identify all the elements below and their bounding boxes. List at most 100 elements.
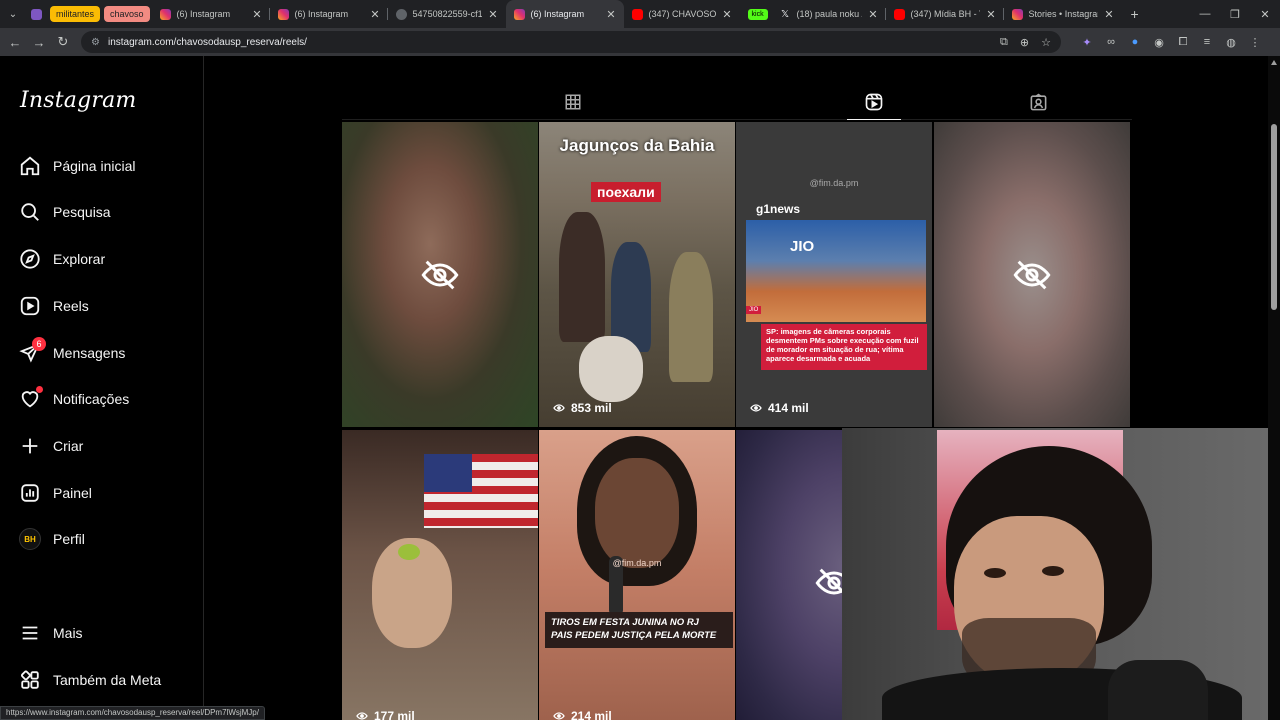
sidebar-item-create[interactable]: Criar xyxy=(18,431,83,461)
scroll-up-icon[interactable] xyxy=(1271,60,1277,65)
extension-icon[interactable]: ◉ xyxy=(1147,36,1171,49)
tab-posts[interactable] xyxy=(561,90,585,114)
sidebar-item-search[interactable]: Pesquisa xyxy=(18,197,111,227)
tab-title: (6) Instagram xyxy=(294,9,349,19)
url-bar[interactable]: ⚙ instagram.com/chavosodausp_reserva/ree… xyxy=(81,31,1061,53)
grid-icon xyxy=(565,94,581,110)
profile-tabs xyxy=(342,56,1132,120)
close-tab-icon[interactable]: ✕ xyxy=(722,8,731,21)
home-icon xyxy=(18,154,42,178)
browser-tab[interactable]: (347) CHAVOSO DA ✕ xyxy=(624,0,740,28)
sidebar-item-more[interactable]: Mais xyxy=(18,618,83,648)
news-brand: g1news xyxy=(756,202,801,216)
bookmark-star-icon[interactable]: ☆ xyxy=(1041,36,1051,49)
browser-tab[interactable]: kick 𝕏 (18) paula noku /( ✕ xyxy=(740,0,886,28)
back-icon[interactable]: ← xyxy=(3,35,27,50)
restore-icon[interactable]: ❐ xyxy=(1220,8,1250,21)
tab-search-button[interactable]: ⌄ xyxy=(0,0,26,28)
browser-tab[interactable]: (347) Mídia BH - Yo ✕ xyxy=(886,0,1004,28)
sidebar-item-dashboard[interactable]: Painel xyxy=(18,478,92,508)
tab-reels[interactable] xyxy=(862,90,886,114)
page-scrollbar[interactable] xyxy=(1268,56,1280,720)
reel-thumbnail-hidden[interactable] xyxy=(934,122,1130,427)
reel-thumbnail[interactable]: 177 mil xyxy=(342,430,538,720)
tab-title: 54750822559-cf1cd xyxy=(412,9,483,19)
reel-watermark: @fim.da.pm xyxy=(612,558,662,568)
tab-group-militantes[interactable]: militantes xyxy=(50,6,101,22)
sidebar-item-label: Reels xyxy=(53,298,89,314)
reading-list-icon[interactable]: ≡ xyxy=(1195,36,1219,49)
kick-group-chip[interactable]: kick xyxy=(747,8,768,20)
close-tab-icon[interactable]: ✕ xyxy=(986,8,995,21)
sidebar-item-explore[interactable]: Explorar xyxy=(18,244,105,274)
instagram-icon xyxy=(277,8,289,20)
sidebar-item-label: Perfil xyxy=(53,531,85,547)
extension-icon[interactable]: ✦ xyxy=(1075,36,1099,49)
news-caption: SP: imagens de câmeras corporais desment… xyxy=(761,324,927,370)
reload-icon[interactable]: ↻ xyxy=(51,34,75,50)
studio-frame: JIO xyxy=(746,220,926,322)
extension-icon[interactable]: ∞ xyxy=(1099,36,1123,49)
close-tab-icon[interactable]: ✕ xyxy=(606,8,615,21)
plus-icon xyxy=(18,434,42,458)
reel-thumbnail[interactable]: Jagunços da Bahia поехали 853 mil xyxy=(539,122,735,427)
banner-line: TIROS EM FESTA JUNINA NO RJ xyxy=(551,617,699,628)
browser-tab[interactable]: Stories • Instagram ✕ xyxy=(1004,0,1122,28)
profile-icon[interactable]: ◍ xyxy=(1219,36,1243,49)
sidebar-item-profile[interactable]: BH Perfil xyxy=(18,524,85,554)
close-window-icon[interactable]: ✕ xyxy=(1250,8,1280,21)
heart-icon xyxy=(18,386,43,411)
youtube-icon xyxy=(631,8,643,20)
views-eye-icon xyxy=(356,712,368,720)
reel-overlay-subtitle: поехали xyxy=(591,182,661,202)
reel-overlay-title: Jagunços da Bahia xyxy=(559,136,715,155)
link-status-bar: https://www.instagram.com/chavosodausp_r… xyxy=(0,706,265,720)
url-text[interactable]: instagram.com/chavosodausp_reserva/reels… xyxy=(108,37,988,48)
extension-icon[interactable]: ● xyxy=(1123,36,1147,49)
instagram-logo[interactable]: Instagram xyxy=(20,88,136,113)
browser-tab[interactable]: (6) Instagram ✕ xyxy=(270,0,388,28)
browser-tab[interactable]: (6) Instagram ✕ xyxy=(152,0,270,28)
compass-icon xyxy=(18,247,42,271)
reel-thumbnail[interactable]: @fim.da.pm TIROS EM FESTA JUNINA NO RJ P… xyxy=(539,430,735,720)
tab-tagged[interactable] xyxy=(1026,90,1050,114)
webcam-overlay xyxy=(842,428,1280,720)
instagram-icon xyxy=(1011,8,1023,20)
extension-tab[interactable] xyxy=(26,0,48,28)
view-count-value: 414 mil xyxy=(768,401,809,415)
sidebar-item-also-from-meta[interactable]: Também da Meta xyxy=(18,665,161,695)
extensions-puzzle-icon[interactable]: ⧠ xyxy=(1171,36,1195,49)
tab-title: (6) Instagram xyxy=(176,9,231,19)
close-tab-icon[interactable]: ✕ xyxy=(1104,8,1113,21)
new-tab-button[interactable]: + xyxy=(1122,6,1148,22)
install-app-icon[interactable]: ⧉ xyxy=(1000,36,1008,49)
sidebar-item-reels[interactable]: Reels xyxy=(18,291,89,321)
site-info-icon[interactable]: ⚙ xyxy=(91,37,100,48)
browser-tab-active[interactable]: (6) Instagram ✕ xyxy=(505,0,624,28)
instagram-icon xyxy=(159,8,171,20)
sidebar-item-home[interactable]: Página inicial xyxy=(18,151,136,181)
hidden-content-eye-icon xyxy=(421,260,459,289)
reel-thumbnail[interactable]: @fim.da.pm g1news JIO JIO SP: imagens de… xyxy=(736,122,932,427)
forward-icon[interactable]: → xyxy=(27,35,51,50)
minimize-icon[interactable]: — xyxy=(1190,8,1220,20)
tab-group-chavoso[interactable]: chavoso xyxy=(104,6,150,22)
close-tab-icon[interactable]: ✕ xyxy=(488,8,497,21)
close-tab-icon[interactable]: ✕ xyxy=(370,8,379,21)
scrollbar-thumb[interactable] xyxy=(1271,124,1277,310)
chrome-menu-icon[interactable]: ⋮ xyxy=(1243,36,1267,49)
microphone xyxy=(1108,660,1208,720)
hidden-content-eye-icon xyxy=(1013,260,1051,289)
browser-tab-strip: ⌄ militantes chavoso (6) Instagram ✕ (6)… xyxy=(0,0,1280,28)
close-tab-icon[interactable]: ✕ xyxy=(868,8,877,21)
notification-dot xyxy=(36,386,43,393)
browser-tab[interactable]: 54750822559-cf1cd ✕ xyxy=(388,0,506,28)
sidebar-item-messages[interactable]: 6 Mensagens xyxy=(18,337,125,368)
tab-title: (347) CHAVOSO DA xyxy=(648,9,717,19)
instagram-sidebar: Instagram Página inicial Pesquisa Explor… xyxy=(0,56,204,720)
close-tab-icon[interactable]: ✕ xyxy=(252,8,261,21)
avatar: BH xyxy=(19,528,41,550)
zoom-icon[interactable]: ⊕ xyxy=(1020,36,1029,49)
sidebar-item-notifications[interactable]: Notificações xyxy=(18,384,129,414)
reel-thumbnail-hidden[interactable] xyxy=(342,122,538,427)
